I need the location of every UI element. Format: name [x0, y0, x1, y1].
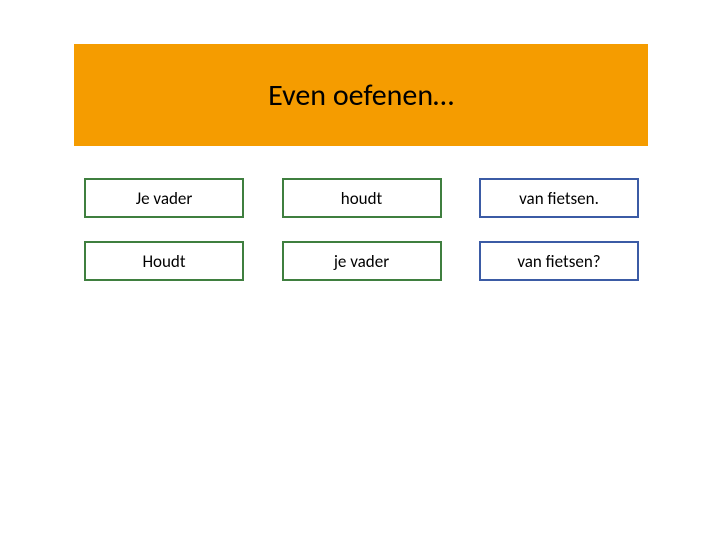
cell-r1-c3: van fietsen. — [479, 178, 639, 218]
table-row: Je vader houdt van fietsen. — [84, 178, 639, 218]
header-title: Even oefenen… — [268, 77, 454, 114]
cell-r2-c2: je vader — [282, 241, 442, 281]
table-row: Houdt je vader van fietsen? — [84, 241, 639, 281]
header-banner: Even oefenen… — [74, 44, 648, 146]
cell-r2-c1: Houdt — [84, 241, 244, 281]
practice-grid: Je vader houdt van fietsen. Houdt je vad… — [84, 178, 639, 304]
cell-r1-c1: Je vader — [84, 178, 244, 218]
cell-r1-c2: houdt — [282, 178, 442, 218]
cell-r2-c3: van fietsen? — [479, 241, 639, 281]
